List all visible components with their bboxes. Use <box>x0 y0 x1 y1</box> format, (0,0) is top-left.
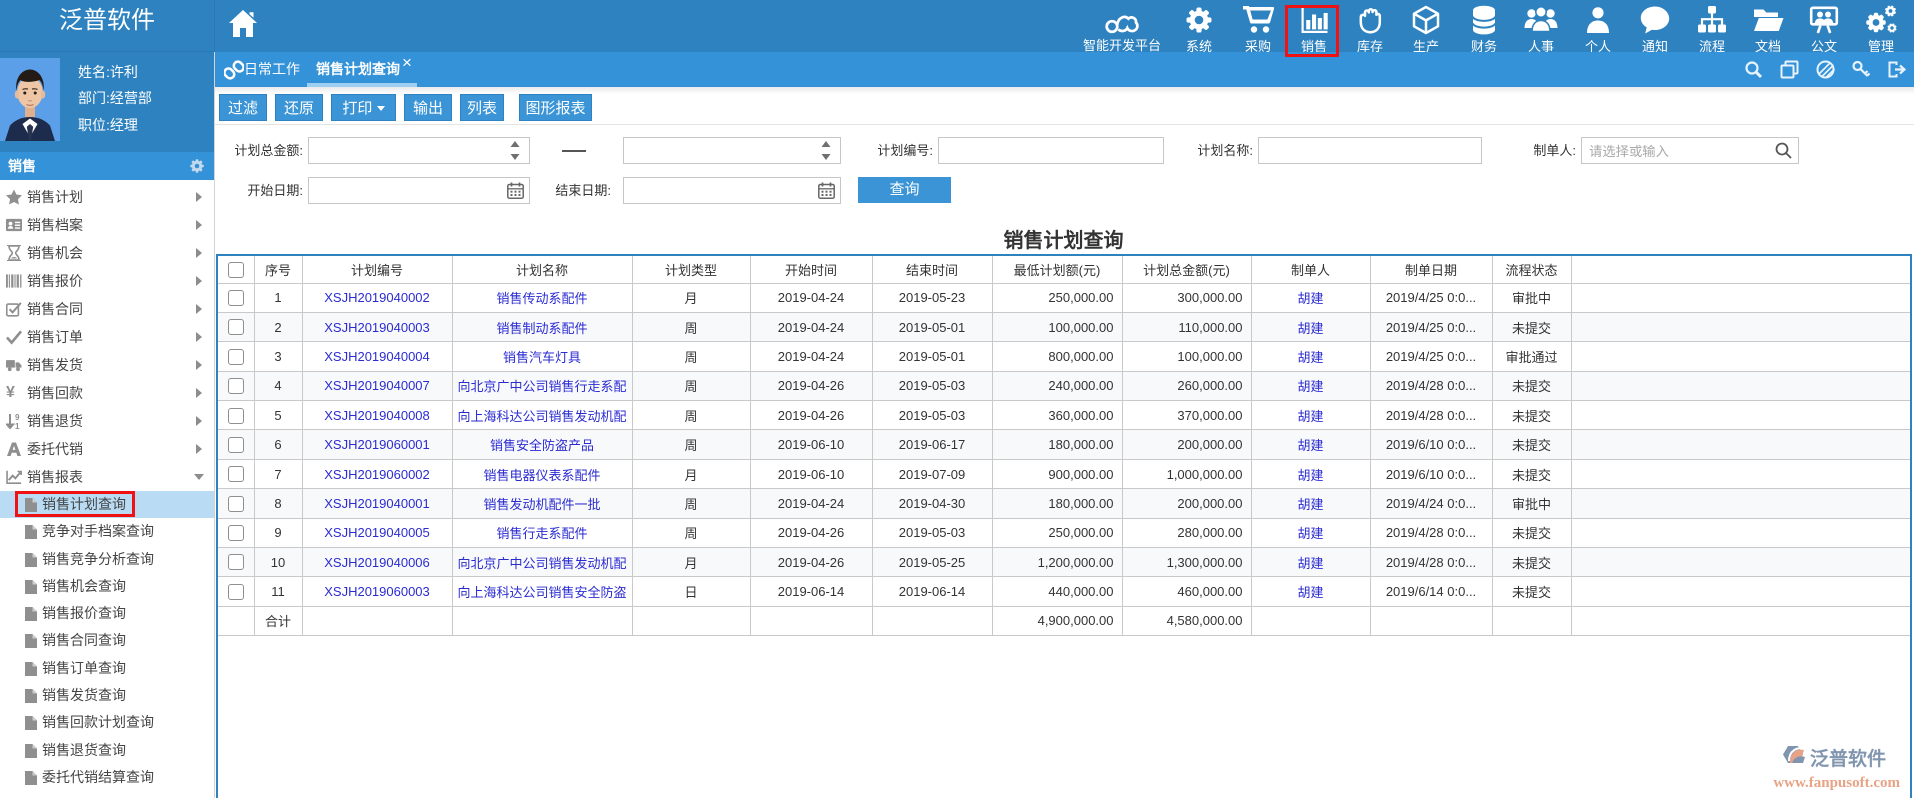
svg-text:泛普软件: 泛普软件 <box>1810 747 1886 770</box>
svg-text:9: 9 <box>15 413 20 422</box>
svg-text:1: 1 <box>15 422 20 429</box>
